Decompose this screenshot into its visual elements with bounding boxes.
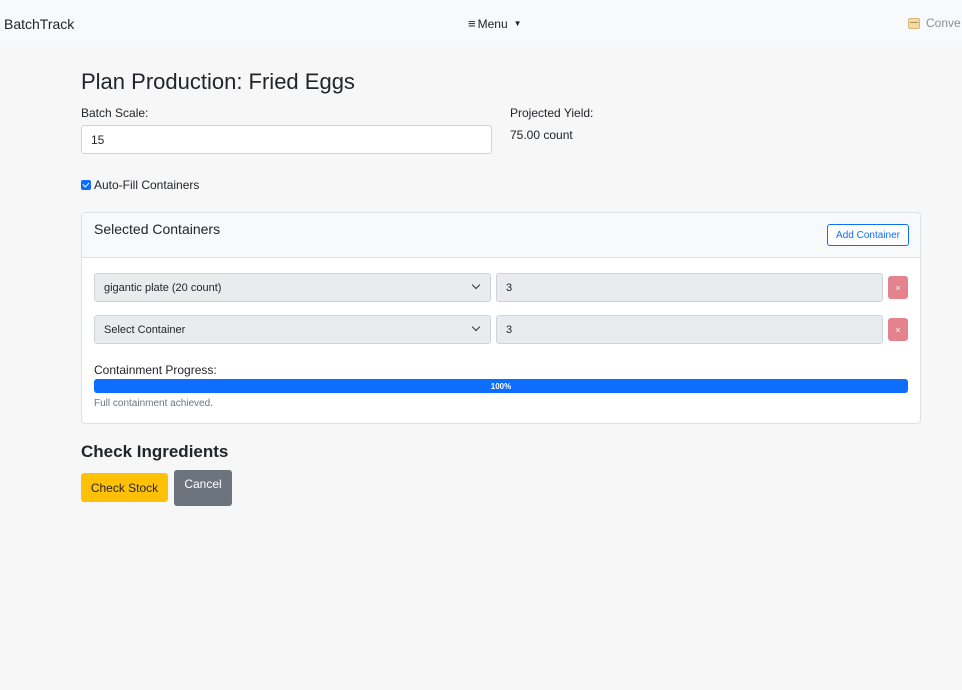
remove-container-button[interactable]: × [888,276,908,299]
container-select-value: gigantic plate (20 count) [104,281,222,294]
container-quantity-value: 3 [506,281,513,294]
container-select[interactable]: Select Container [94,315,491,344]
check-stock-button[interactable]: Check Stock [81,473,168,502]
conversion-link[interactable]: Conve [908,16,961,30]
card-header: Selected Containers Add Container [82,213,920,258]
chevron-down-icon [471,280,481,290]
progress-fill: 100% [94,379,908,393]
top-navbar: BatchTrack ≡ Menu ▼ Conve [0,0,962,47]
autofill-checkbox[interactable] [81,180,91,190]
containment-status-note: Full containment achieved. [94,398,213,409]
chevron-down-icon [471,322,481,332]
menu-dropdown-button[interactable]: ≡ Menu ▼ [468,16,522,31]
conversion-link-label: Conve [926,16,961,30]
card-title: Selected Containers [94,221,221,237]
container-select[interactable]: gigantic plate (20 count) [94,273,491,302]
batch-scale-label: Batch Scale: [81,106,149,120]
page-title: Plan Production: Fried Eggs [81,69,355,94]
container-select-value: Select Container [104,323,186,336]
menu-label: Menu [477,16,508,31]
cancel-button[interactable]: Cancel [174,470,232,506]
autofill-label: Auto-Fill Containers [94,178,200,192]
remove-container-button[interactable]: × [888,318,908,341]
progress-percent-text: 100% [490,381,512,391]
close-icon: × [895,324,901,335]
brand-link[interactable]: BatchTrack [4,16,74,32]
containment-progress-label: Containment Progress: [94,363,217,377]
hamburger-icon: ≡ [468,16,476,31]
selected-containers-card: Selected Containers Add Container gigant… [81,212,921,424]
caret-down-icon: ▼ [513,19,522,28]
batch-scale-input[interactable] [81,125,492,154]
autofill-containers-toggle[interactable]: Auto-Fill Containers [81,178,199,192]
add-container-button[interactable]: Add Container [827,224,909,246]
close-icon: × [895,282,901,293]
projected-yield-value: 75.00 count [510,128,573,142]
containment-progress-bar: 100% [94,379,908,393]
projected-yield-label: Projected Yield: [510,106,594,120]
container-quantity-field[interactable]: 3 [496,315,883,344]
check-ingredients-title: Check Ingredients [81,442,229,461]
container-quantity-value: 3 [506,323,513,336]
calculator-icon [908,17,920,29]
container-quantity-field[interactable]: 3 [496,273,883,302]
